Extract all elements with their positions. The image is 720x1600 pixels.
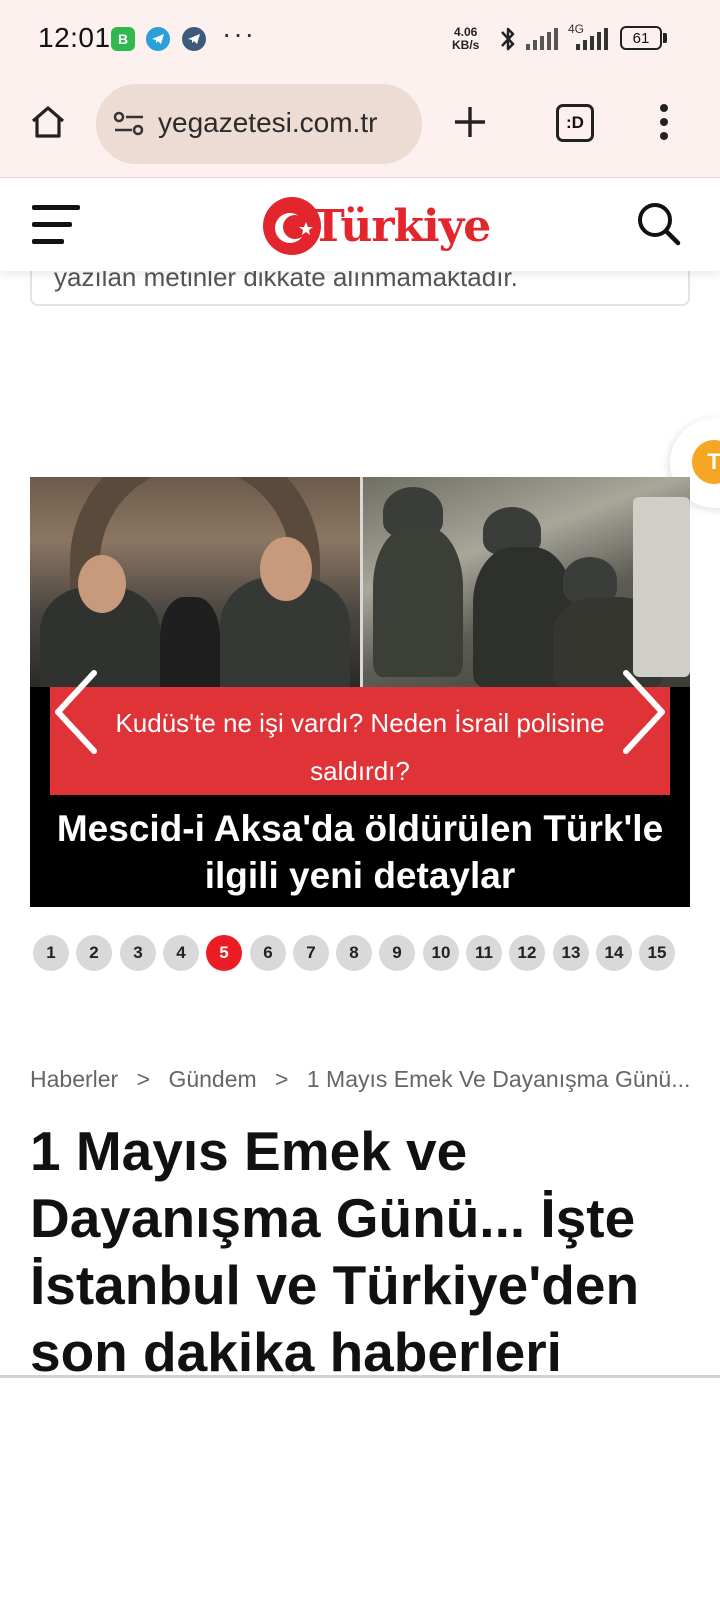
page-dot-14[interactable]: 14 — [596, 935, 632, 971]
web-content: yazılan metinler dikkate alınmamaktadır.… — [0, 0, 720, 1376]
page-dot-12[interactable]: 12 — [509, 935, 545, 971]
page-dot-2[interactable]: 2 — [76, 935, 112, 971]
slide-subtitle-band[interactable]: Kudüs'te ne işi vardı? Neden İsrail poli… — [50, 687, 670, 795]
page-dot-1[interactable]: 1 — [33, 935, 69, 971]
site-header: Türkiye — [0, 179, 720, 271]
breadcrumb-item-gundem[interactable]: Gündem — [168, 1066, 256, 1092]
slider-next-arrow-icon[interactable] — [618, 667, 668, 757]
breadcrumb-separator: > — [136, 1066, 151, 1092]
breadcrumb-item-current: 1 Mayıs Emek Ve Dayanışma Günü... ... — [306, 1066, 690, 1092]
hamburger-menu-icon[interactable] — [32, 205, 80, 245]
news-slider[interactable]: Kudüs'te ne işi vardı? Neden İsrail poli… — [30, 477, 690, 907]
page-dot-15[interactable]: 15 — [639, 935, 675, 971]
empty-area — [0, 1378, 720, 1600]
page-dot-11[interactable]: 11 — [466, 935, 502, 971]
site-logo-text: Türkiye — [312, 200, 491, 252]
breadcrumb: Haberler > Gündem > 1 Mayıs Emek Ve Daya… — [30, 1066, 690, 1093]
page-dot-13[interactable]: 13 — [553, 935, 589, 971]
site-logo[interactable]: Türkiye — [262, 195, 491, 257]
slide-photo-left — [30, 477, 360, 687]
page-dot-7[interactable]: 7 — [293, 935, 329, 971]
page-dot-4[interactable]: 4 — [163, 935, 199, 971]
slider-prev-arrow-icon[interactable] — [52, 667, 102, 757]
breadcrumb-item-haberler[interactable]: Haberler — [30, 1066, 118, 1092]
slide-subtitle[interactable]: Kudüs'te ne işi vardı? Neden İsrail poli… — [74, 699, 646, 795]
page-dot-5[interactable]: 5 — [206, 935, 242, 971]
article-headline: 1 Mayıs Emek ve Dayanışma Günü... İşte İ… — [30, 1120, 640, 1376]
page-dot-9[interactable]: 9 — [379, 935, 415, 971]
page-dot-8[interactable]: 8 — [336, 935, 372, 971]
floating-widget-icon: T — [692, 440, 720, 484]
search-icon[interactable] — [636, 201, 682, 247]
page-dot-10[interactable]: 10 — [423, 935, 459, 971]
slide-photo-right — [363, 477, 690, 687]
page-dot-6[interactable]: 6 — [250, 935, 286, 971]
slider-pagination: 1 2 3 4 5 6 7 8 9 10 11 12 13 14 15 — [33, 935, 693, 971]
slide-title[interactable]: Mescid-i Aksa'da öldürülen Türk'le ilgil… — [40, 805, 680, 899]
breadcrumb-separator: > — [275, 1066, 289, 1092]
page-dot-3[interactable]: 3 — [120, 935, 156, 971]
